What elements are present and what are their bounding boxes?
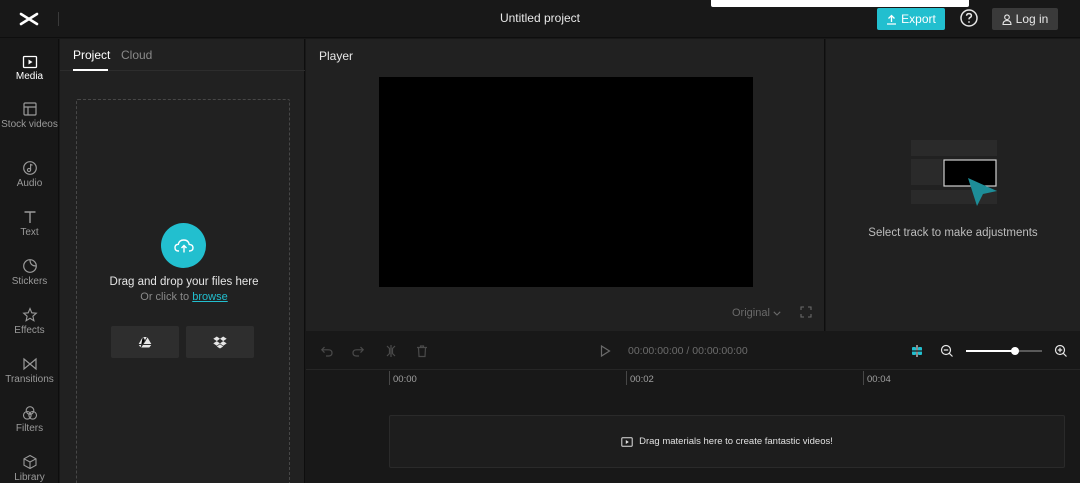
tab-cloud[interactable]: Cloud — [121, 48, 152, 62]
user-icon — [1002, 13, 1012, 25]
export-label: Export — [901, 12, 936, 26]
login-label: Log in — [1015, 12, 1049, 26]
delete-icon[interactable] — [415, 344, 429, 358]
aspect-ratio-label: Original — [732, 307, 770, 319]
stock-videos-icon — [22, 102, 37, 116]
sidebar-item-label: Transitions — [5, 374, 54, 385]
timecode-total: 00:00:00:00 — [692, 345, 748, 357]
audio-icon — [22, 161, 37, 175]
ruler-tick — [389, 371, 390, 385]
cloud-upload-icon — [173, 238, 194, 252]
sidebar-item-label: Stock videos — [1, 119, 58, 130]
split-icon[interactable] — [384, 344, 398, 358]
sidebar-item-stock-videos[interactable]: Stock videos — [0, 101, 59, 131]
sidebar-item-label: Audio — [16, 178, 43, 189]
upload-button[interactable] — [161, 223, 206, 268]
video-clip-icon — [621, 436, 633, 447]
drop-title: Drag and drop your files here — [109, 276, 259, 288]
aspect-ratio-select[interactable]: Original — [732, 307, 781, 319]
chevron-down-icon — [773, 310, 781, 316]
sidebar-item-label: Media — [15, 71, 44, 82]
stickers-icon — [22, 259, 37, 273]
timeline-panel: 00:00:00:00 / 00:00:00:00 00:00 00:02 00… — [306, 332, 1080, 483]
drop-subtitle-prefix: Or click to — [140, 291, 190, 303]
upload-icon — [887, 14, 897, 25]
zoom-slider-handle[interactable] — [1011, 347, 1020, 355]
google-drive-icon — [138, 336, 152, 348]
sidebar-item-label: Filters — [15, 423, 44, 434]
dropbox-icon — [213, 336, 227, 348]
sidebar-item-text[interactable]: Text — [0, 209, 59, 239]
sidebar-item-label: Text — [20, 227, 39, 238]
sidebar-item-effects[interactable]: Effects — [0, 307, 59, 337]
timecode-display: 00:00:00:00 / 00:00:00:00 — [628, 345, 748, 357]
top-bar: Untitled project Export Log in — [0, 0, 1080, 38]
sidebar-item-label: Stickers — [11, 276, 48, 287]
redo-icon[interactable] — [351, 344, 365, 358]
player-panel: Player Original — [306, 39, 825, 331]
inspector-panel: Select track to make adjustments — [826, 39, 1080, 331]
timeline-toolbar: 00:00:00:00 / 00:00:00:00 — [306, 332, 1080, 370]
library-icon — [22, 454, 37, 470]
browse-link[interactable]: browse — [192, 291, 227, 303]
sidebar-item-filters[interactable]: Filters — [0, 405, 59, 435]
inspector-empty-message: Select track to make adjustments — [868, 227, 1038, 239]
active-tab-indicator — [73, 69, 108, 71]
zoom-slider-track[interactable] — [966, 350, 1042, 352]
transitions-icon — [22, 357, 37, 371]
play-icon[interactable] — [598, 344, 612, 358]
undo-icon[interactable] — [320, 344, 334, 358]
timeline-empty-message: Drag materials here to create fantastic … — [639, 436, 833, 447]
sidebar-item-media[interactable]: Media — [0, 55, 59, 83]
google-drive-button[interactable] — [111, 326, 179, 358]
dropbox-button[interactable] — [186, 326, 254, 358]
ruler-tick — [863, 371, 864, 385]
sidebar-item-transitions[interactable]: Transitions — [0, 356, 59, 386]
timecode-separator: / — [686, 345, 690, 357]
magnet-snap-icon[interactable] — [910, 344, 924, 358]
file-drop-zone[interactable]: Drag and drop your files here Or click t… — [76, 99, 290, 483]
sidebar-item-library[interactable]: Library — [0, 454, 59, 483]
timeline-ruler[interactable]: 00:00 00:02 00:04 — [306, 370, 1080, 388]
select-track-illustration-icon — [911, 140, 997, 206]
ruler-tick — [626, 371, 627, 385]
editor-app: Untitled project Export Log in Media Sto… — [0, 0, 1080, 483]
help-icon[interactable] — [959, 8, 979, 28]
sidebar: Media Stock videos Audio Text Stickers E… — [0, 39, 59, 483]
ruler-label: 00:04 — [867, 374, 891, 385]
ruler-label: 00:00 — [393, 374, 417, 385]
tab-project[interactable]: Project — [73, 48, 110, 62]
sidebar-item-audio[interactable]: Audio — [0, 160, 59, 190]
export-button[interactable]: Export — [877, 8, 945, 30]
drop-subtitle: Or click to browse — [77, 291, 291, 303]
zoom-slider-fill — [966, 350, 1016, 352]
effects-icon — [21, 307, 38, 322]
media-icon — [22, 55, 37, 69]
notification-strip — [711, 0, 969, 7]
login-button[interactable]: Log in — [992, 8, 1058, 30]
filters-icon — [22, 406, 37, 420]
video-canvas[interactable] — [379, 77, 753, 287]
zoom-out-icon[interactable] — [940, 344, 954, 358]
sidebar-item-label: Effects — [14, 325, 45, 336]
player-title: Player — [319, 49, 354, 63]
zoom-in-icon[interactable] — [1054, 344, 1068, 358]
sidebar-item-label: Library — [14, 472, 45, 483]
text-icon — [24, 211, 35, 223]
timecode-current: 00:00:00:00 — [628, 345, 684, 357]
timeline-drop-area[interactable]: Drag materials here to create fantastic … — [389, 415, 1065, 468]
media-panel: Project Cloud Drag and drop your files h… — [60, 39, 305, 483]
sidebar-item-stickers[interactable]: Stickers — [0, 258, 59, 288]
media-tabs: Project Cloud — [60, 39, 305, 71]
ruler-label: 00:02 — [630, 374, 654, 385]
fullscreen-icon[interactable] — [800, 306, 812, 318]
